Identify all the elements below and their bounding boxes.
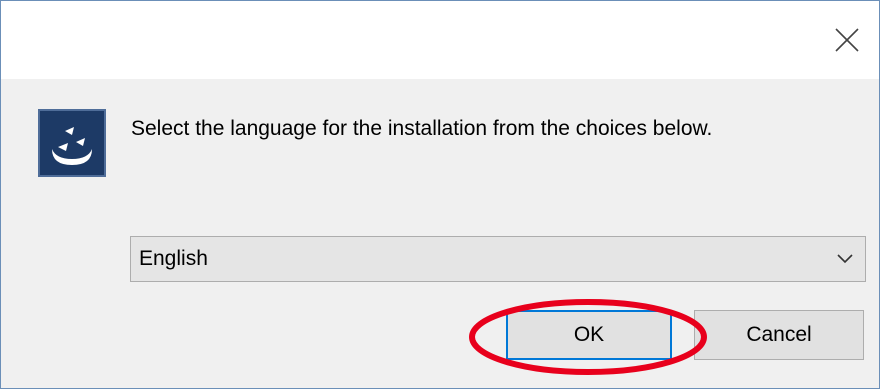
close-icon: [835, 28, 859, 52]
language-dropdown-value: English: [139, 247, 208, 270]
instruction-text: Select the language for the installation…: [131, 117, 713, 140]
language-dropdown[interactable]: English: [130, 236, 866, 282]
chevron-down-icon[interactable]: [825, 237, 865, 281]
close-button[interactable]: [815, 1, 879, 79]
cancel-button[interactable]: Cancel: [694, 310, 864, 360]
title-bar: [1, 1, 879, 79]
installer-app-icon: [38, 109, 106, 177]
installer-language-dialog: Select the language for the installation…: [0, 0, 880, 389]
dialog-body: Select the language for the installation…: [1, 79, 879, 388]
ok-button[interactable]: OK: [506, 310, 672, 360]
